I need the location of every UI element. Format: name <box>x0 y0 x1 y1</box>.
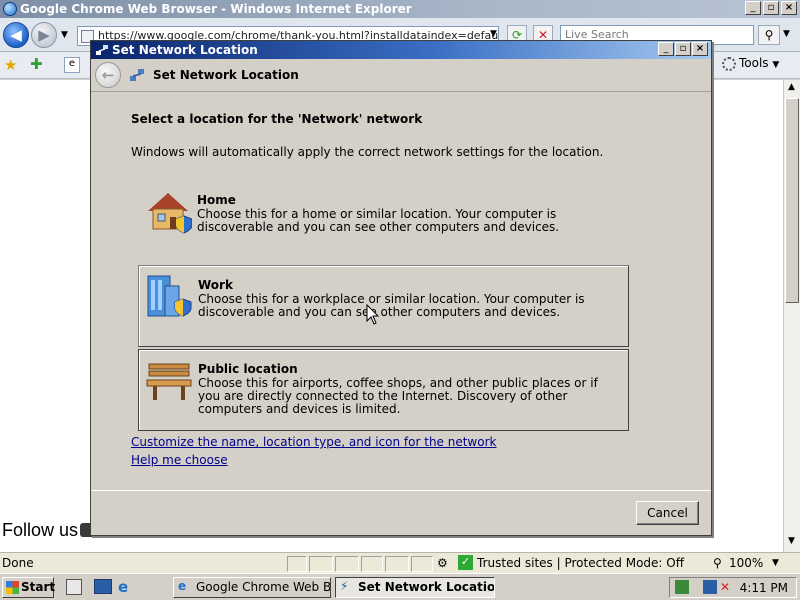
gear-icon <box>722 56 736 71</box>
dialog-close-button[interactable]: × <box>692 42 708 56</box>
location-option-work[interactable]: Work Choose this for a workplace or simi… <box>138 265 629 347</box>
tool-icon: ⚙ <box>437 556 448 570</box>
option-description-work: Choose this for a workplace or similar l… <box>198 292 585 319</box>
status-cell <box>385 556 409 572</box>
location-option-public[interactable]: Public location Choose this for airports… <box>138 349 629 431</box>
zoom-icon: ⚲ <box>713 556 722 570</box>
status-cell <box>335 556 359 572</box>
ie-task-icon: e <box>178 579 187 593</box>
network-task-icon: ⚡ <box>340 579 349 593</box>
dialog-header-title: Set Network Location <box>153 68 299 82</box>
status-cell <box>287 556 307 572</box>
status-cell <box>411 556 433 572</box>
maximize-button[interactable]: ▫ <box>763 1 779 15</box>
taskbar: Start e e Google Chrome Web Bro... ⚡ Set… <box>0 573 800 600</box>
internet-explorer-icon[interactable]: e <box>118 578 128 596</box>
vertical-scrollbar[interactable]: ▲ ▼ <box>783 80 800 552</box>
back-arrow-icon[interactable]: ← <box>95 62 121 88</box>
tools-chevron-down-icon: ▼ <box>772 60 780 70</box>
customize-network-link[interactable]: Customize the name, location type, and i… <box>131 435 496 449</box>
search-icon[interactable]: ⚲ <box>758 25 780 45</box>
zoom-chevron-down-icon[interactable]: ▼ <box>772 558 779 568</box>
taskbar-task-network[interactable]: ⚡ Set Network Location <box>335 577 495 598</box>
dialog-window-title: Set Network Location <box>112 43 258 57</box>
ie-title-bar[interactable]: Google Chrome Web Browser - Windows Inte… <box>0 0 800 18</box>
back-button[interactable]: ◀ <box>3 22 29 48</box>
taskbar-task-ie[interactable]: e Google Chrome Web Bro... <box>173 577 331 598</box>
dialog-title-bar[interactable]: Set Network Location _ ▫ × <box>91 41 711 59</box>
scrollbar-thumb[interactable] <box>785 98 799 303</box>
trusted-check-icon: ✓ <box>458 555 473 570</box>
ie-window-title: Google Chrome Web Browser - Windows Inte… <box>20 2 412 16</box>
mouse-cursor-icon <box>366 304 380 325</box>
option-description-public: Choose this for airports, coffee shops, … <box>198 376 598 416</box>
status-cell <box>309 556 333 572</box>
ie-status-bar: Done ⚙ ✓ Trusted sites | Protected Mode:… <box>0 552 800 573</box>
help-me-choose-link[interactable]: Help me choose <box>131 453 228 467</box>
tools-menu[interactable]: Tools ▼ <box>722 56 779 71</box>
minimize-button[interactable]: _ <box>745 1 761 15</box>
park-bench-icon <box>146 363 192 400</box>
recent-pages-dropdown-icon[interactable]: ▼ <box>61 30 68 40</box>
system-tray: ✕ 4:11 PM <box>669 577 797 598</box>
status-cell <box>361 556 383 572</box>
dialog-intro-text: Windows will automatically apply the cor… <box>131 145 604 159</box>
house-icon <box>148 193 192 234</box>
follow-us-text: Follow us <box>2 520 79 540</box>
dialog-heading: Select a location for the 'Network' netw… <box>131 112 423 126</box>
option-description-home: Choose this for a home or similar locati… <box>197 207 560 234</box>
favorites-star-icon[interactable]: ★ <box>4 56 17 74</box>
dialog-minimize-button[interactable]: _ <box>658 42 674 56</box>
scroll-down-icon[interactable]: ▼ <box>788 536 795 546</box>
forward-button[interactable]: ▶ <box>31 22 57 48</box>
option-label-work: Work <box>198 278 233 292</box>
office-building-icon <box>147 275 192 317</box>
option-label-public: Public location <box>198 362 298 376</box>
tab-icon[interactable]: e <box>64 57 80 73</box>
tray-security-icon[interactable] <box>675 580 689 594</box>
status-text: Done <box>2 556 34 570</box>
cancel-button[interactable]: Cancel <box>636 501 699 525</box>
zoom-level[interactable]: 100% <box>729 556 763 570</box>
server-manager-icon[interactable] <box>66 579 82 595</box>
tray-network-icon[interactable] <box>703 580 717 594</box>
network-location-icon <box>130 69 144 81</box>
show-desktop-icon[interactable] <box>94 579 112 594</box>
location-option-home[interactable]: Home Choose this for a home or similar l… <box>138 181 629 263</box>
add-favorite-icon[interactable]: ✚ <box>30 55 43 73</box>
security-zone-text[interactable]: Trusted sites | Protected Mode: Off <box>477 556 684 570</box>
search-options-dropdown-icon[interactable]: ▼ <box>783 29 790 39</box>
tray-volume-muted-icon[interactable]: ✕ <box>720 580 730 594</box>
set-network-location-dialog: Set Network Location _ ▫ × ← Set Network… <box>90 40 712 536</box>
clock[interactable]: 4:11 PM <box>740 581 788 595</box>
start-button[interactable]: Start <box>2 577 55 598</box>
network-icon <box>96 45 108 55</box>
dialog-maximize-button[interactable]: ▫ <box>675 42 691 56</box>
windows-logo-icon <box>6 581 19 594</box>
option-label-home: Home <box>197 193 236 207</box>
scroll-up-icon[interactable]: ▲ <box>788 82 795 92</box>
close-button[interactable]: × <box>781 1 797 15</box>
ie-app-icon <box>3 2 17 16</box>
